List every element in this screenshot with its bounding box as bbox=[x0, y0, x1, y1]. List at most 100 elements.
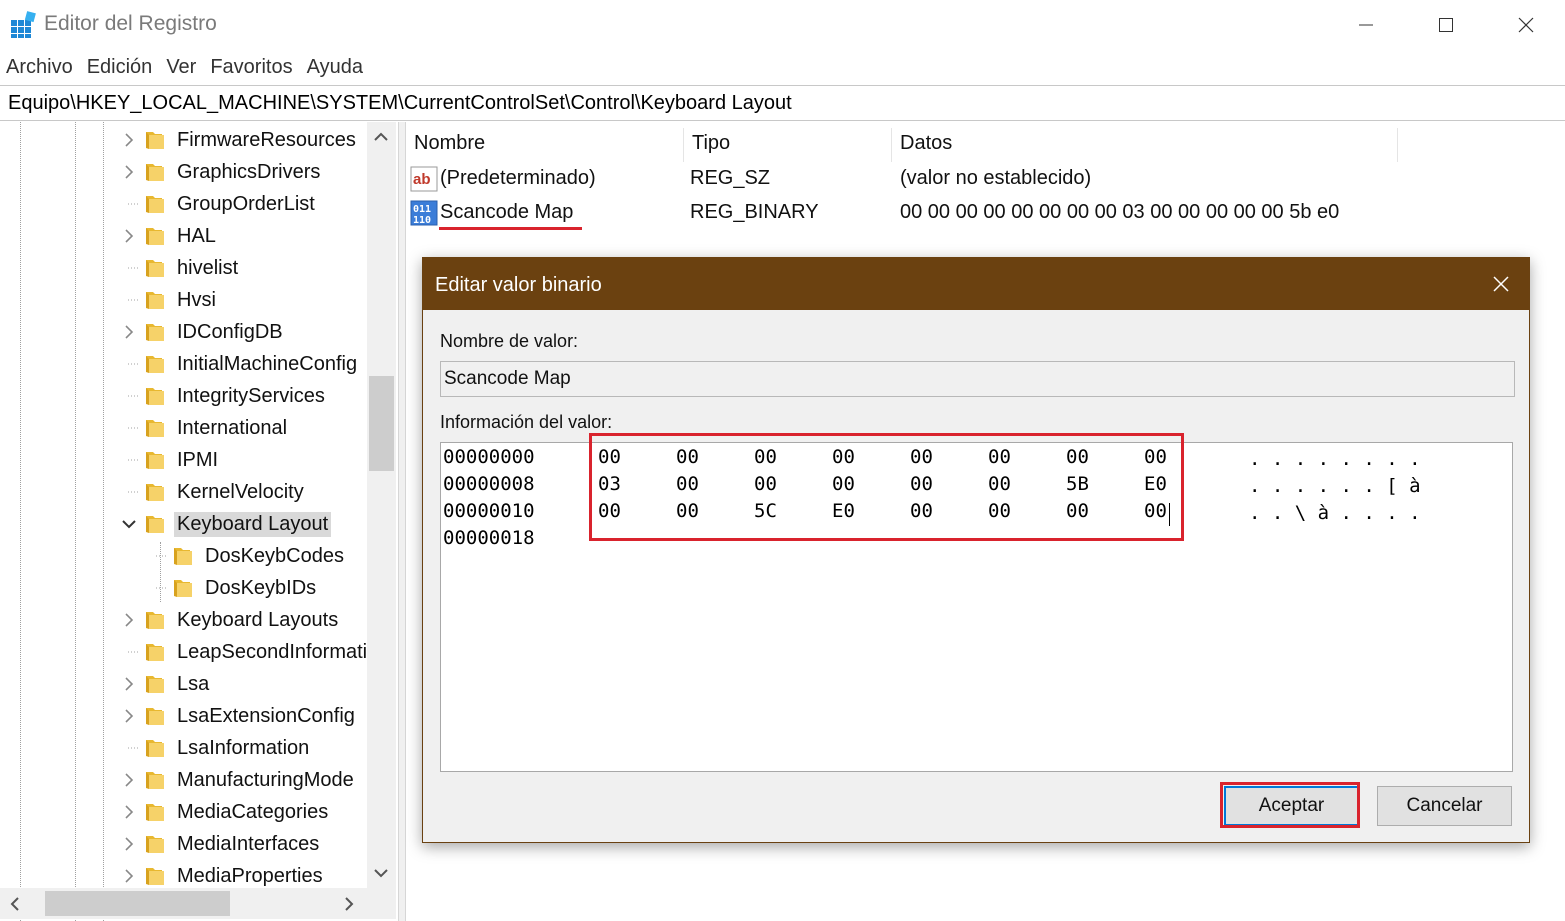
tree-item[interactable]: IPMI bbox=[120, 444, 221, 476]
folder-icon bbox=[144, 769, 166, 791]
chevron-right-icon[interactable] bbox=[120, 156, 138, 188]
list-row[interactable]: ab (Predeterminado) REG_SZ (valor no est… bbox=[406, 163, 1565, 195]
cancel-button[interactable]: Cancelar bbox=[1377, 786, 1512, 826]
chevron-right-icon[interactable] bbox=[120, 124, 138, 156]
dialog-title-bar: Editar valor binario bbox=[423, 258, 1529, 310]
registry-editor-icon bbox=[11, 11, 36, 38]
hex-offset: 00000008 bbox=[443, 473, 535, 495]
address-bar[interactable]: Equipo\HKEY_LOCAL_MACHINE\SYSTEM\Current… bbox=[0, 85, 1565, 121]
menu-ver[interactable]: Ver bbox=[159, 52, 203, 84]
tree-item-label: ManufacturingMode bbox=[177, 768, 354, 791]
tree-item-label: FirmwareResources bbox=[177, 128, 356, 151]
close-icon bbox=[1493, 276, 1509, 292]
tree-item-label: DosKeybCodes bbox=[205, 544, 344, 567]
tree-item-label: IPMI bbox=[177, 448, 219, 471]
tree-item[interactable]: hivelist bbox=[120, 252, 241, 284]
minimize-icon bbox=[1359, 24, 1373, 26]
tree-item[interactable]: Hvsi bbox=[120, 284, 219, 316]
tree-item[interactable]: HAL bbox=[120, 220, 219, 252]
value-name-input[interactable] bbox=[441, 362, 1514, 396]
folder-icon bbox=[144, 353, 166, 375]
tree-item[interactable]: FirmwareResources bbox=[120, 124, 359, 156]
scroll-left-icon[interactable] bbox=[10, 897, 20, 911]
tree-item-label: LsaInformation bbox=[177, 736, 310, 759]
folder-icon bbox=[144, 289, 166, 311]
tree-item[interactable]: IntegrityServices bbox=[120, 380, 328, 412]
tree-item[interactable]: LeapSecondInformation bbox=[120, 636, 392, 668]
menu-archivo[interactable]: Archivo bbox=[0, 52, 80, 84]
close-icon bbox=[1518, 17, 1534, 33]
chevron-right-icon[interactable] bbox=[120, 668, 138, 700]
tree-item[interactable]: Keyboard Layout bbox=[120, 508, 332, 540]
svg-text:ab: ab bbox=[413, 171, 431, 188]
chevron-right-icon[interactable] bbox=[120, 220, 138, 252]
tree-item[interactable]: KernelVelocity bbox=[120, 476, 307, 508]
column-header-datos[interactable]: Datos bbox=[892, 128, 1398, 162]
tree-vertical-scrollbar[interactable] bbox=[367, 122, 396, 888]
tree-connector bbox=[120, 348, 138, 380]
value-data: 00 00 00 00 00 00 00 00 03 00 00 00 00 0… bbox=[900, 201, 1340, 223]
tree-item-label: Keyboard Layouts bbox=[177, 608, 339, 631]
column-header-tipo[interactable]: Tipo bbox=[684, 128, 892, 162]
minimize-button[interactable] bbox=[1326, 0, 1406, 50]
menu-edicion[interactable]: Edición bbox=[80, 52, 160, 84]
chevron-right-icon[interactable] bbox=[120, 828, 138, 860]
tree-item[interactable]: Keyboard Layouts bbox=[120, 604, 341, 636]
tree-item[interactable]: LsaExtensionConfig bbox=[120, 700, 358, 732]
list-row[interactable]: 011 110 Scancode Map REG_BINARY 00 00 00… bbox=[406, 197, 1565, 229]
menu-ayuda[interactable]: Ayuda bbox=[300, 52, 370, 84]
chevron-right-icon[interactable] bbox=[120, 604, 138, 636]
tree-item[interactable]: MediaInterfaces bbox=[120, 828, 322, 860]
scroll-thumb[interactable] bbox=[45, 891, 230, 916]
maximize-button[interactable] bbox=[1406, 0, 1486, 50]
scroll-down-icon[interactable] bbox=[374, 868, 388, 878]
tree-item[interactable]: DosKeybCodes bbox=[148, 540, 347, 572]
chevron-right-icon[interactable] bbox=[120, 796, 138, 828]
value-name-field[interactable] bbox=[440, 361, 1515, 397]
folder-icon bbox=[144, 257, 166, 279]
menu-bar: Archivo Edición Ver Favoritos Ayuda bbox=[0, 52, 370, 84]
scroll-thumb[interactable] bbox=[369, 376, 394, 471]
scroll-right-icon[interactable] bbox=[344, 897, 354, 911]
folder-icon bbox=[144, 737, 166, 759]
column-header-nombre[interactable]: Nombre bbox=[406, 128, 684, 162]
chevron-right-icon[interactable] bbox=[120, 764, 138, 796]
pane-splitter[interactable] bbox=[398, 122, 406, 921]
tree-connector bbox=[120, 636, 138, 668]
chevron-right-icon[interactable] bbox=[120, 316, 138, 348]
tree-connector bbox=[120, 732, 138, 764]
tree-item[interactable]: DosKeybIDs bbox=[148, 572, 319, 604]
tree-item[interactable]: Lsa bbox=[120, 668, 212, 700]
menu-favoritos[interactable]: Favoritos bbox=[203, 52, 299, 84]
chevron-right-icon[interactable] bbox=[120, 700, 138, 732]
folder-icon bbox=[144, 449, 166, 471]
tree-item-label: GroupOrderList bbox=[177, 192, 315, 215]
tree-guide-line bbox=[75, 122, 76, 921]
tree-connector bbox=[120, 188, 138, 220]
tree-item[interactable]: GroupOrderList bbox=[120, 188, 318, 220]
folder-icon bbox=[144, 385, 166, 407]
value-data-label: Información del valor: bbox=[440, 412, 613, 432]
folder-icon bbox=[144, 705, 166, 727]
dialog-close-button[interactable] bbox=[1483, 266, 1519, 302]
tree-item[interactable]: ManufacturingMode bbox=[120, 764, 357, 796]
tree-guide-line bbox=[20, 122, 21, 921]
tree-item-label: Hvsi bbox=[177, 288, 216, 311]
tree-item[interactable]: GraphicsDrivers bbox=[120, 156, 323, 188]
tree-item[interactable]: LsaInformation bbox=[120, 732, 312, 764]
tree-item-label: KernelVelocity bbox=[177, 480, 304, 503]
chevron-down-icon[interactable] bbox=[120, 508, 138, 540]
tree-item[interactable]: MediaCategories bbox=[120, 796, 331, 828]
binary-value-icon: 011 110 bbox=[410, 200, 438, 226]
folder-icon bbox=[144, 673, 166, 695]
tree-item[interactable]: IDConfigDB bbox=[120, 316, 286, 348]
folder-icon bbox=[144, 225, 166, 247]
tree-connector bbox=[120, 444, 138, 476]
tree-item[interactable]: InitialMachineConfig bbox=[120, 348, 360, 380]
value-name: Scancode Map bbox=[440, 201, 574, 223]
scroll-up-icon[interactable] bbox=[374, 132, 388, 142]
tree-item[interactable]: International bbox=[120, 412, 290, 444]
close-button[interactable] bbox=[1486, 0, 1565, 50]
tree-horizontal-scrollbar[interactable] bbox=[0, 888, 367, 919]
value-type: REG_BINARY bbox=[690, 201, 819, 223]
